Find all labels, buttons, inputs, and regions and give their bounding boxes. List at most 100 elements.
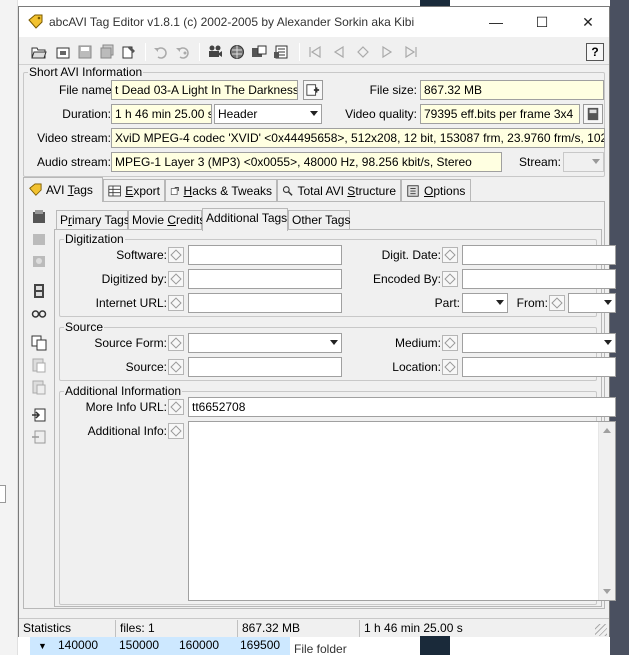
current-file-icon[interactable]: [353, 42, 373, 62]
medium-tag-button[interactable]: [442, 335, 458, 351]
source-form-select[interactable]: [188, 333, 342, 353]
globe-icon[interactable]: [227, 42, 247, 62]
open-file-icon[interactable]: [53, 42, 73, 62]
software-input[interactable]: [188, 245, 342, 265]
more-info-url-label: More Info URL:: [85, 400, 167, 414]
scroll-down-icon[interactable]: [603, 589, 611, 594]
chevron-down-icon: [310, 111, 318, 116]
glasses-icon[interactable]: [30, 304, 48, 322]
tab-additional-tags[interactable]: Additional Tags: [202, 208, 288, 231]
subtab-label-accel: C: [167, 213, 177, 227]
rename-file-icon[interactable]: [303, 80, 323, 100]
video-camera-icon[interactable]: [205, 42, 225, 62]
last-file-icon[interactable]: [401, 42, 421, 62]
stream-select[interactable]: [563, 152, 604, 172]
additional-info-tag-button[interactable]: [168, 423, 184, 439]
minimize-button[interactable]: —: [473, 7, 519, 37]
subtab-label: Additional Tags: [206, 211, 288, 225]
file-name-field[interactable]: t Dead 03-A Light In The Darkness.avi: [111, 80, 298, 100]
tab-export[interactable]: Export: [103, 179, 165, 201]
copy-icon[interactable]: [30, 334, 48, 352]
tab-movie-credits[interactable]: Movie Credits: [128, 210, 205, 230]
group-title: Digitization: [64, 232, 125, 246]
undo-icon[interactable]: [151, 42, 171, 62]
source-input[interactable]: [188, 357, 342, 377]
part-select[interactable]: [462, 293, 508, 313]
from-select[interactable]: [568, 293, 616, 313]
read-tags-icon[interactable]: [30, 208, 48, 226]
open-folder-icon[interactable]: [29, 42, 49, 62]
next-file-icon[interactable]: [377, 42, 397, 62]
status-total-duration: 1 h 46 min 25.00 s: [359, 620, 593, 637]
audio-stream-field: MPEG-1 Layer 3 (MP3) <0x0055>, 48000 Hz,…: [111, 152, 502, 172]
encoded-by-input[interactable]: [462, 269, 616, 289]
internet-url-tag-button[interactable]: [168, 295, 184, 311]
scroll-up-icon[interactable]: [603, 428, 611, 433]
medium-select[interactable]: [462, 333, 616, 353]
save-icon[interactable]: [75, 42, 95, 62]
save-all-icon[interactable]: [97, 42, 117, 62]
video-stream-label: Video stream:: [37, 131, 111, 145]
background-dark-block: [420, 636, 450, 655]
software-tag-button[interactable]: [168, 247, 184, 263]
tab-options[interactable]: Options: [401, 179, 471, 201]
previous-file-icon[interactable]: [329, 42, 349, 62]
film-strip-icon[interactable]: [30, 282, 48, 300]
source-tag-button[interactable]: [168, 359, 184, 375]
first-file-icon[interactable]: [305, 42, 325, 62]
file-name-label: File name:: [59, 83, 116, 97]
close-button[interactable]: ✕: [565, 7, 611, 37]
chevron-down-icon: [496, 300, 504, 305]
digitized-by-tag-button[interactable]: [168, 271, 184, 287]
location-tag-button[interactable]: [442, 359, 458, 375]
tab-primary-tags[interactable]: Primary Tags: [56, 210, 130, 230]
background-cell: 169500: [240, 638, 281, 652]
maximize-button[interactable]: ☐: [519, 7, 565, 37]
tab-label: Hacks & Tweaks: [184, 184, 272, 198]
group-title: Additional Information: [64, 384, 183, 398]
additional-info-textarea[interactable]: [188, 421, 616, 601]
vertical-scrollbar[interactable]: [598, 422, 615, 600]
app-window: abcAVI Tag Editor v1.8.1 (c) 2002-2005 b…: [18, 6, 616, 637]
tab-total-avi-structure[interactable]: Total AVI Structure: [277, 179, 401, 201]
report-icon[interactable]: [271, 42, 291, 62]
title-bar[interactable]: abcAVI Tag Editor v1.8.1 (c) 2002-2005 b…: [19, 7, 609, 37]
tab-other-tags[interactable]: Other Tags: [288, 210, 350, 230]
export-icon[interactable]: [30, 428, 48, 446]
digit-date-input[interactable]: [462, 245, 616, 265]
audio-stream-label: Audio stream:: [36, 155, 111, 169]
tab-hacks-tweaks[interactable]: Hacks & Tweaks: [165, 179, 277, 201]
film-info-icon[interactable]: [249, 42, 269, 62]
copy-tags-icon[interactable]: [30, 230, 48, 248]
tab-label-part: ags: [73, 183, 93, 197]
paste-icon[interactable]: [30, 356, 48, 374]
duration-field: 1 h 46 min 25.00 s: [111, 104, 212, 124]
resize-grip-icon[interactable]: [595, 624, 607, 636]
batch-icon[interactable]: [119, 42, 139, 62]
tab-label: Options: [424, 184, 465, 198]
paste-tags-icon[interactable]: [30, 252, 48, 270]
more-info-url-input[interactable]: tt6652708: [188, 397, 616, 417]
undo-all-icon[interactable]: [173, 42, 193, 62]
encoded-by-label: Encoded By:: [372, 272, 441, 286]
tab-label-part: AVI: [46, 183, 68, 197]
tab-label-accel: H: [183, 183, 193, 198]
digit-date-tag-button[interactable]: [442, 247, 458, 263]
encoded-by-tag-button[interactable]: [442, 271, 458, 287]
internet-url-input[interactable]: [188, 293, 342, 313]
import-icon[interactable]: [30, 406, 48, 424]
tab-avi-tags[interactable]: AVI Tags: [23, 177, 103, 202]
location-input[interactable]: [462, 357, 616, 377]
source-form-label: Source Form:: [94, 336, 167, 350]
paste-special-icon[interactable]: [30, 378, 48, 396]
duration-mode-select[interactable]: Header: [214, 104, 322, 124]
tab-label: Export: [125, 184, 160, 198]
chevron-down-icon: [330, 340, 338, 345]
digitized-by-input[interactable]: [188, 269, 342, 289]
from-tag-button[interactable]: [549, 295, 565, 311]
help-button[interactable]: ?: [586, 43, 604, 61]
source-form-tag-button[interactable]: [168, 335, 184, 351]
quality-calculator-icon[interactable]: [583, 104, 603, 124]
more-info-url-tag-button[interactable]: [168, 399, 184, 415]
duration-mode-value: Header: [218, 107, 258, 121]
